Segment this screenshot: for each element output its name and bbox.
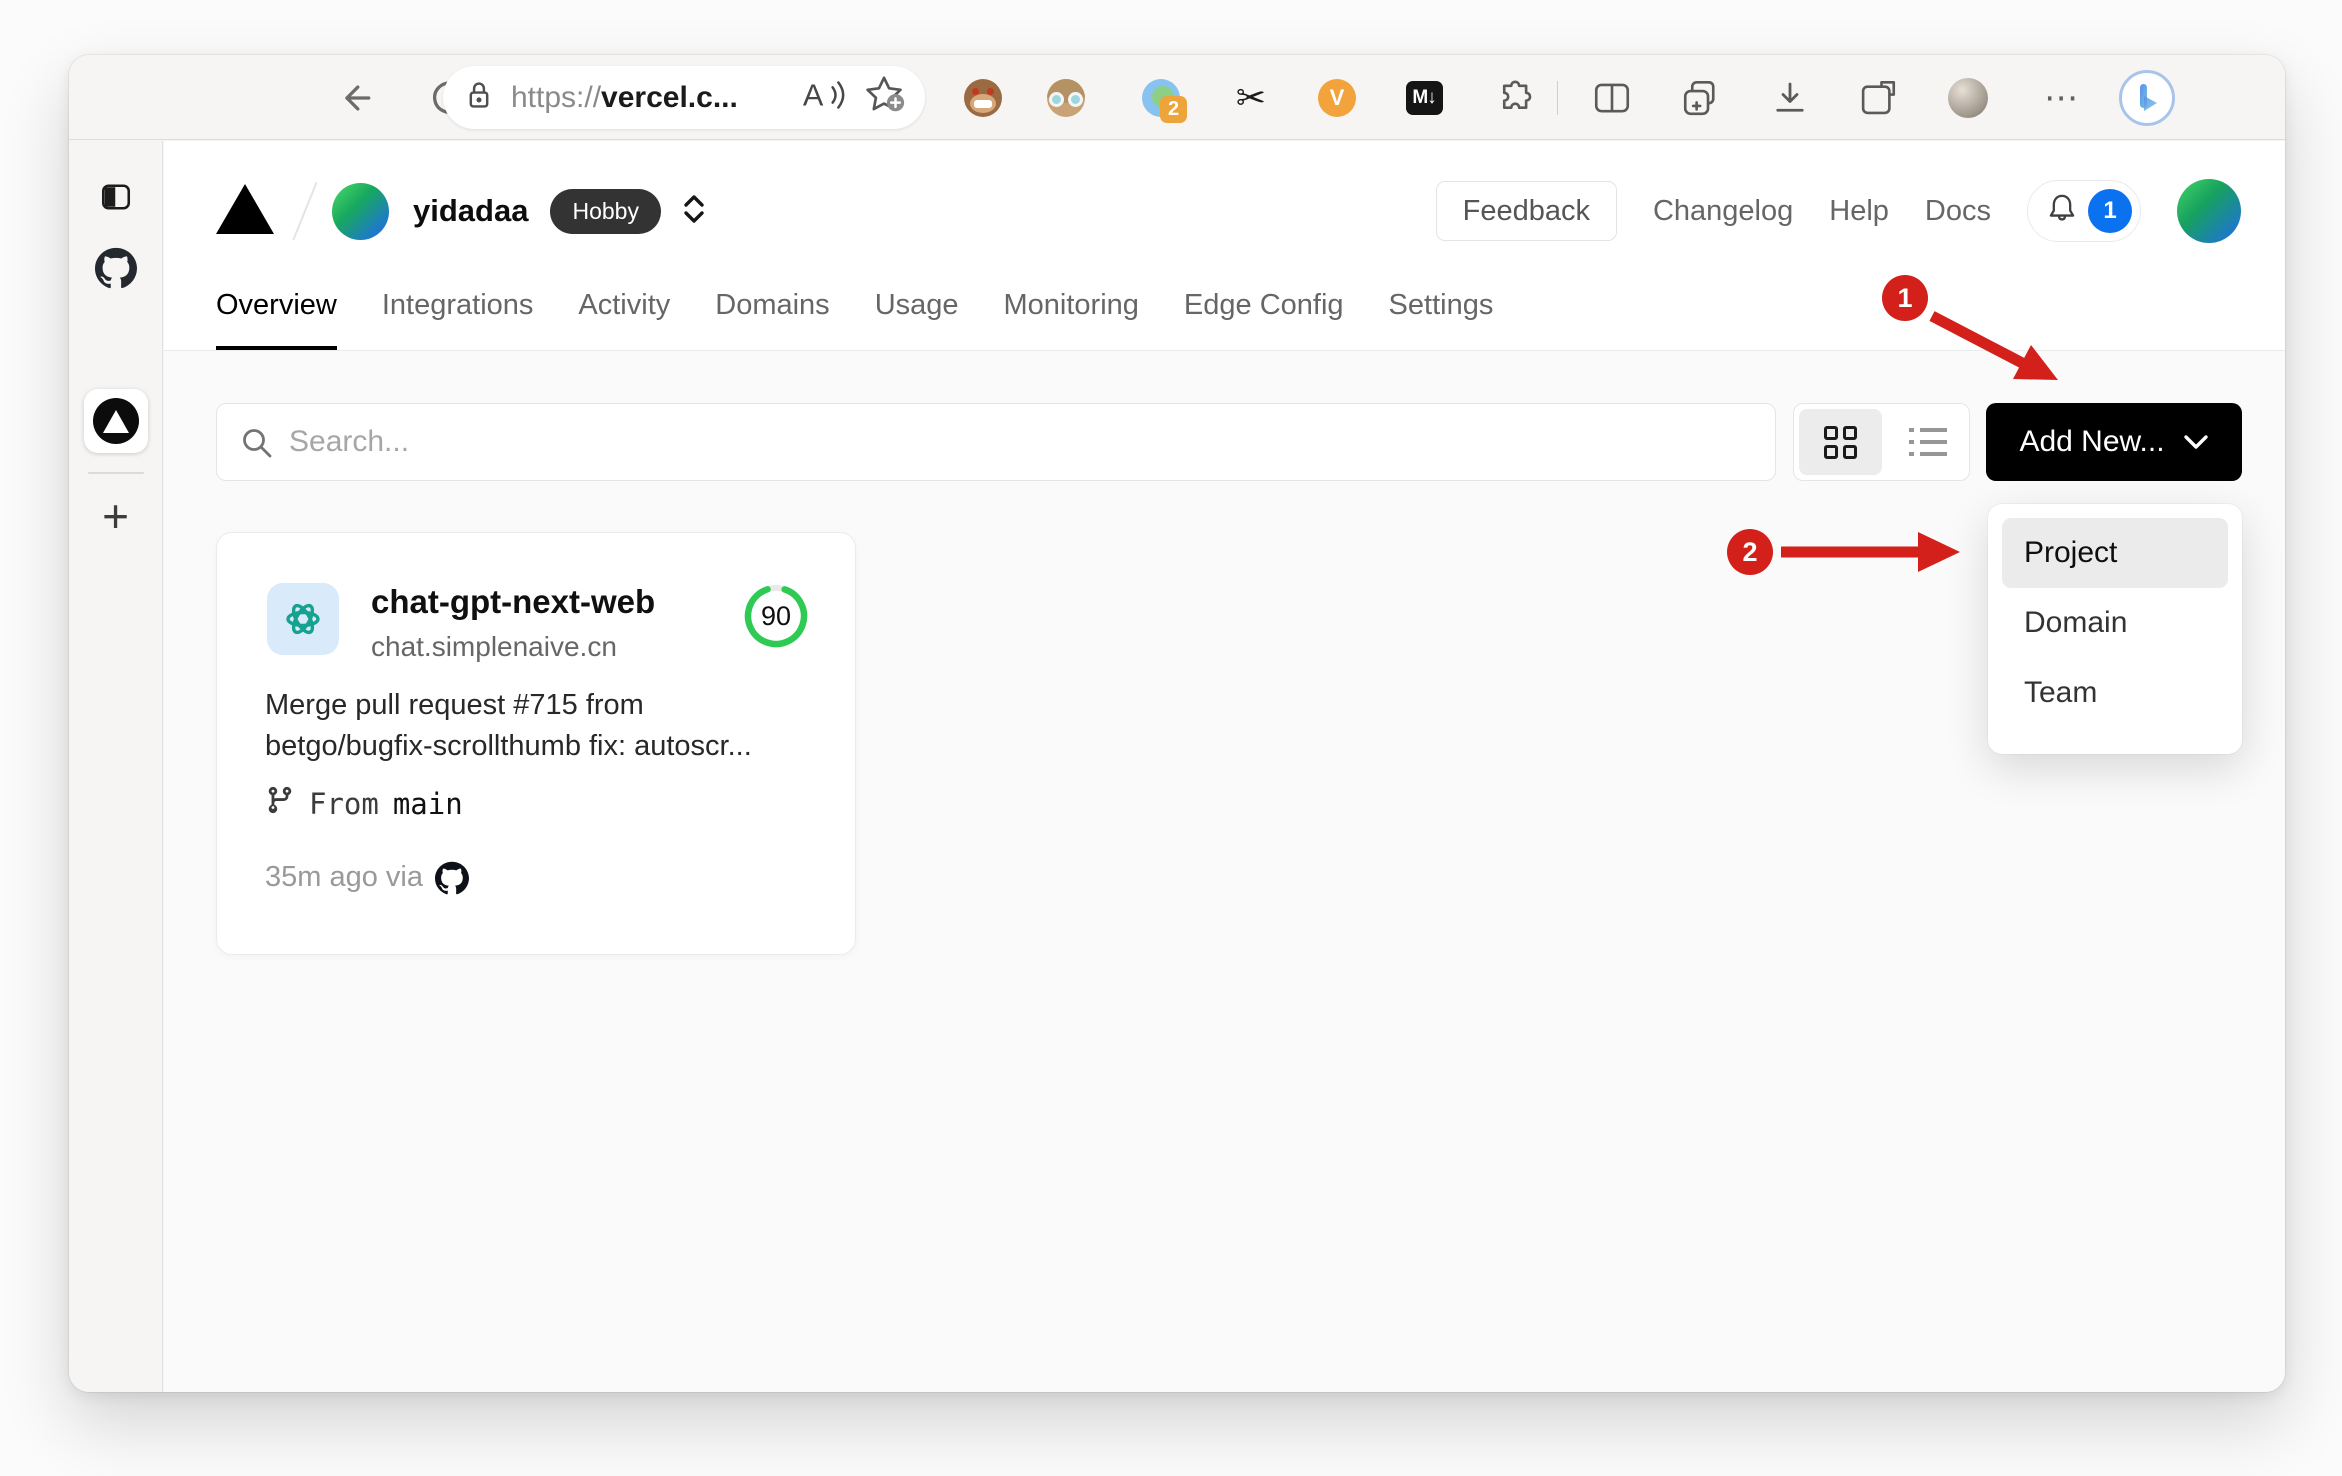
project-logo (267, 583, 339, 655)
project-name: chat-gpt-next-web (371, 583, 656, 620)
downloads-icon[interactable] (1768, 76, 1812, 120)
extension-scissors-icon[interactable]: ✂ (1229, 76, 1273, 120)
browser-toolbar: https://vercel.c... A 2 ✂ V M↓ ⋯ (69, 55, 2285, 166)
team-avatar[interactable] (332, 182, 389, 240)
desktop-background: https://vercel.c... A 2 ✂ V M↓ ⋯ + yidad… (0, 0, 2342, 1476)
url-text: https://vercel.c... (511, 80, 738, 114)
search-icon (240, 426, 274, 465)
extensions-puzzle-icon[interactable] (1491, 76, 1535, 120)
add-new-menu: Project Domain Team (1988, 504, 2242, 754)
search-container (216, 403, 1776, 481)
menu-item-domain[interactable]: Domain (2002, 588, 2228, 658)
vercel-dashboard: yidadaa Hobby Feedback Changelog Help Do… (164, 141, 2285, 1392)
grid-view-icon (1823, 425, 1857, 459)
add-new-button[interactable]: Add New... (1986, 403, 2242, 481)
tab-monitoring[interactable]: Monitoring (1004, 281, 1139, 350)
project-card[interactable]: chat-gpt-next-web chat.simplenaive.cn 90 (216, 532, 856, 955)
bell-icon (2044, 190, 2080, 233)
menu-item-project[interactable]: Project (2002, 518, 2228, 588)
nav-changelog[interactable]: Changelog (1653, 195, 1793, 228)
duplicate-tab-icon[interactable] (1679, 76, 1723, 120)
extension-monkey-icon[interactable] (961, 76, 1005, 120)
branch-row: From main (265, 785, 463, 822)
new-tab-button[interactable]: + (102, 493, 129, 539)
scope-switcher-icon[interactable] (681, 193, 707, 230)
vercel-favicon (92, 398, 139, 444)
back-icon[interactable] (334, 76, 378, 120)
add-favorite-icon[interactable] (863, 73, 907, 122)
vercel-logo[interactable] (216, 183, 274, 239)
tab-settings[interactable]: Settings (1389, 281, 1494, 350)
dashboard-content: Add New... Project Domain Team (164, 351, 2285, 1392)
tab-domains[interactable]: Domains (715, 281, 829, 350)
team-name: yidadaa (413, 193, 529, 228)
profile-avatar-icon[interactable] (1946, 76, 1990, 120)
dashboard-tabs: Overview Integrations Activity Domains U… (164, 281, 2285, 351)
browser-window: https://vercel.c... A 2 ✂ V M↓ ⋯ + yidad… (69, 55, 2285, 1392)
annotation-step-2: 2 (1727, 529, 1773, 575)
lock-icon (461, 77, 497, 118)
branch-name: main (392, 786, 463, 821)
analytics-score: 90 (760, 600, 792, 631)
project-domain[interactable]: chat.simplenaive.cn (371, 631, 655, 663)
menu-item-team[interactable]: Team (2002, 658, 2228, 728)
collections-icon[interactable] (1856, 76, 1900, 120)
view-toggle (1793, 403, 1970, 481)
sidebar-divider (88, 472, 144, 474)
extension-tabs-icon[interactable]: 2 (1139, 76, 1187, 123)
deployment-meta: 35m ago via (265, 859, 469, 895)
tab-integrations[interactable]: Integrations (382, 281, 534, 350)
extension-v-icon[interactable]: V (1315, 76, 1359, 120)
read-aloud-icon[interactable]: A (801, 75, 847, 120)
svg-text:A: A (803, 79, 824, 113)
git-branch-icon (265, 785, 295, 822)
list-view-button[interactable] (1887, 404, 1970, 480)
notification-count-badge: 1 (2088, 189, 2132, 233)
bing-discover-icon[interactable] (2119, 70, 2175, 126)
toolbar-divider (1557, 81, 1558, 115)
plan-badge: Hobby (550, 188, 661, 234)
tab-edge-config[interactable]: Edge Config (1184, 281, 1344, 350)
chevron-down-icon (2183, 425, 2209, 459)
nav-help[interactable]: Help (1829, 195, 1889, 228)
extension-markdown-icon[interactable]: M↓ (1402, 76, 1446, 120)
more-menu-icon[interactable]: ⋯ (2040, 76, 2084, 120)
grid-view-button[interactable] (1799, 409, 1882, 475)
user-avatar[interactable] (2177, 179, 2241, 243)
address-bar[interactable]: https://vercel.c... A (443, 66, 925, 129)
browser-sidebar: + (69, 141, 163, 1392)
tab-activity[interactable]: Activity (578, 281, 670, 350)
tab-overview[interactable]: Overview (216, 281, 337, 350)
annotation-step-1: 1 (1882, 275, 1928, 321)
dashboard-header: yidadaa Hobby Feedback Changelog Help Do… (164, 141, 2285, 281)
vercel-tab-active[interactable] (83, 389, 148, 453)
extension-tab-count-badge: 2 (1160, 96, 1187, 123)
nav-docs[interactable]: Docs (1925, 195, 1991, 228)
tab-usage[interactable]: Usage (875, 281, 959, 350)
notifications-button[interactable]: 1 (2027, 180, 2141, 242)
list-view-icon (1908, 428, 1947, 456)
github-tab-icon[interactable] (94, 247, 137, 289)
github-icon (435, 861, 469, 895)
extension-avatar-icon[interactable] (1044, 76, 1088, 120)
sidebar-panel-icon[interactable] (98, 179, 134, 215)
commit-message: Merge pull request #715 from betgo/bugfi… (265, 689, 752, 762)
search-input[interactable] (216, 403, 1776, 481)
split-screen-icon[interactable] (1590, 76, 1634, 120)
feedback-button[interactable]: Feedback (1435, 181, 1617, 241)
analytics-score-ring[interactable]: 90 (743, 583, 809, 649)
breadcrumb-slash (292, 181, 318, 241)
